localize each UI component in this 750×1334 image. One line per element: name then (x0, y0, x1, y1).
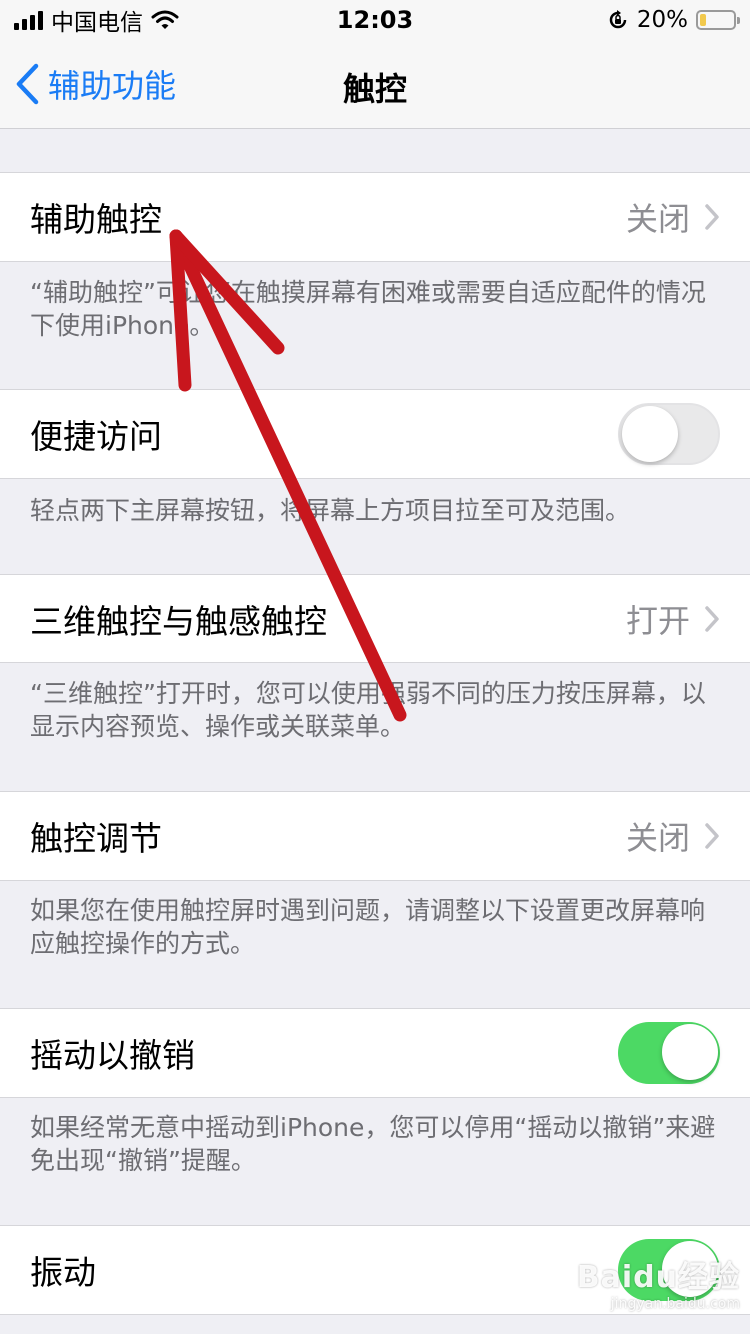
shake-to-undo-toggle[interactable] (618, 1022, 720, 1084)
status-bar: 中国电信 12:03 20% (0, 0, 750, 40)
row-value: 关闭 (625, 819, 690, 857)
orientation-lock-icon (609, 10, 627, 29)
page-title: 触控 (342, 70, 407, 108)
row-value: 打开 (625, 601, 690, 640)
watermark-site: jingyan.baidu.com (610, 1296, 740, 1312)
chevron-right-icon (704, 575, 720, 662)
row-label: 三维触控与触感触控 (30, 601, 327, 641)
battery-percent: 20% (636, 7, 688, 33)
navigation-bar: 辅助功能 触控 (0, 40, 750, 129)
row-value: 关闭 (625, 200, 690, 238)
row-label: 摇动以撤销 (30, 1036, 195, 1075)
shake-to-undo-footer: 如果经常无意中摇动到iPhone，您可以停用“摇动以撤销”来避免出现“撤销”提醒… (30, 1113, 716, 1175)
watermark-brand: Baidu经验 (576, 1260, 740, 1295)
row-label: 振动 (30, 1253, 96, 1292)
chevron-right-icon (704, 173, 720, 261)
reachability-row: 便捷访问 (0, 389, 750, 479)
status-right: 20% (607, 6, 740, 34)
battery-icon (696, 10, 740, 30)
row-label: 辅助触控 (30, 200, 162, 239)
row-label: 触控调节 (30, 819, 162, 858)
3d-touch-footer: “三维触控”打开时，您可以使用强弱不同的压力按压屏幕，以显示内容预览、操作或关联… (30, 679, 706, 741)
reachability-footer: 轻点两下主屏幕按钮，将屏幕上方项目拉至可及范围。 (30, 496, 631, 525)
touch-accommodations-row[interactable]: 触控调节 关闭 (0, 791, 750, 881)
shake-to-undo-row: 摇动以撤销 (0, 1008, 750, 1098)
3d-touch-row[interactable]: 三维触控与触感触控 打开 (0, 574, 750, 663)
reachability-toggle[interactable] (618, 403, 720, 465)
assistive-touch-footer: “辅助触控”可让您在触摸屏幕有困难或需要自适应配件的情况下使用iPhone。 (30, 278, 706, 340)
chevron-right-icon (704, 792, 720, 880)
touch-accommodations-footer: 如果您在使用触控屏时遇到问题，请调整以下设置更改屏幕响应触控操作的方式。 (30, 896, 706, 958)
watermark: Baidu经验 jingyan.baidu.com (577, 1252, 740, 1312)
row-label: 便捷访问 (30, 417, 162, 456)
assistive-touch-row[interactable]: 辅助触控 关闭 (0, 172, 750, 262)
